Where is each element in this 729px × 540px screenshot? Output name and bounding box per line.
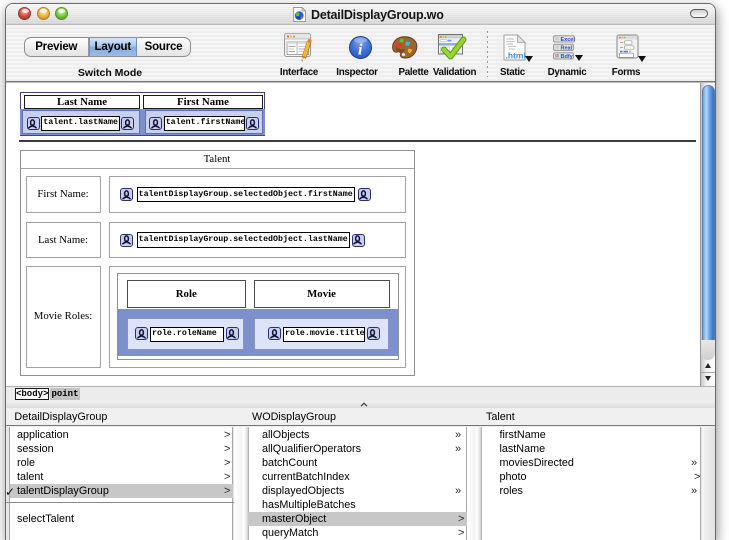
svg-text:.html: .html [506, 51, 526, 61]
svg-text:Bdfy: Bdfy [561, 54, 574, 60]
svg-text:Real: Real [561, 45, 573, 51]
svg-text:Excel: Excel [561, 37, 576, 43]
svg-text:i: i [358, 41, 363, 58]
